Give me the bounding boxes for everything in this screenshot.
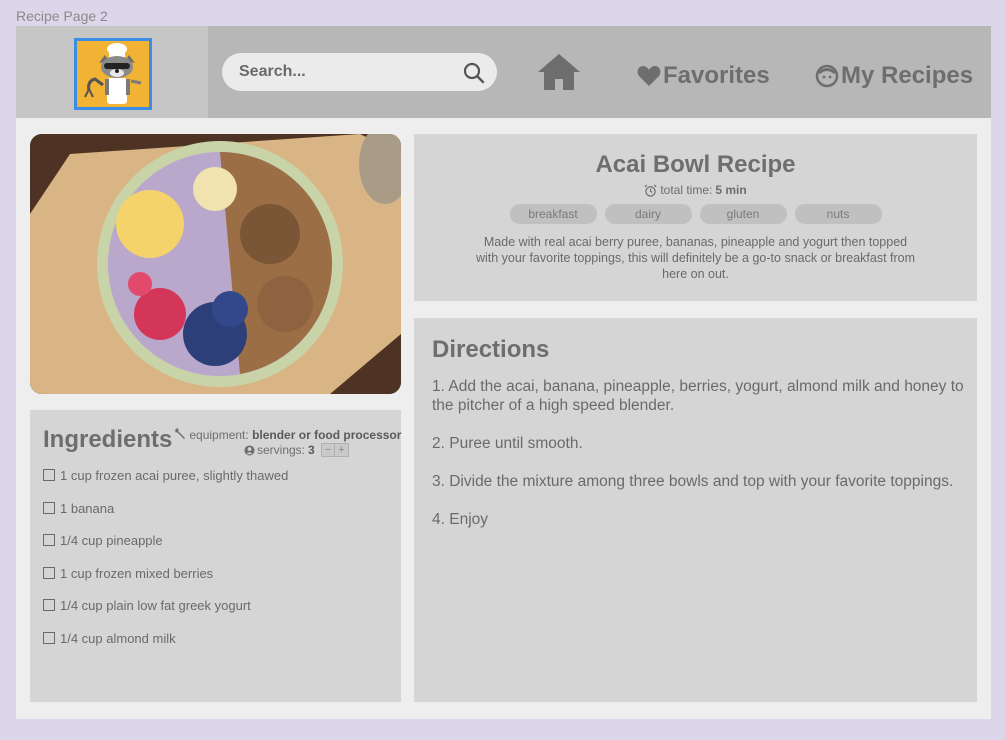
ingredients-title: Ingredients bbox=[43, 426, 173, 453]
face-icon bbox=[815, 64, 839, 88]
my-recipes-label: My Recipes bbox=[841, 62, 974, 89]
servings-info: servings: 3 − + bbox=[244, 443, 349, 457]
ingredient-checkbox[interactable] bbox=[43, 566, 55, 579]
search-icon[interactable] bbox=[463, 62, 485, 89]
directions-title: Directions bbox=[432, 336, 550, 363]
wrench-icon bbox=[175, 428, 185, 439]
ingredient-label: 1 cup frozen acai puree, slightly thawed bbox=[60, 468, 289, 483]
person-icon bbox=[244, 444, 255, 456]
tag-dairy[interactable]: dairy bbox=[604, 204, 692, 224]
my-recipes-link[interactable]: My Recipes bbox=[815, 62, 973, 90]
direction-step: 3. Divide the mixture among three bowls … bbox=[432, 473, 954, 490]
equipment-label: equipment: bbox=[189, 428, 249, 442]
ingredient-checkbox[interactable] bbox=[43, 534, 55, 546]
ingredient-label: 1/4 cup plain low fat greek yogurt bbox=[60, 598, 251, 613]
ingredient-item[interactable]: 1 cup frozen acai puree, slightly thawed bbox=[43, 468, 288, 501]
ingredient-item[interactable]: 1 banana bbox=[43, 501, 288, 534]
recipe-info-panel: Acai Bowl Recipe total time: 5 min break… bbox=[414, 134, 977, 301]
ingredient-checkbox[interactable] bbox=[43, 599, 55, 611]
alarm-clock-icon bbox=[644, 184, 657, 197]
tag-gluten[interactable]: gluten bbox=[699, 204, 787, 224]
ingredient-item[interactable]: 1 cup frozen mixed berries bbox=[43, 566, 288, 599]
favorites-label: Favorites bbox=[663, 62, 770, 89]
ingredient-item[interactable]: 1/4 cup almond milk bbox=[43, 631, 288, 664]
ingredient-checkbox[interactable] bbox=[43, 501, 55, 514]
ingredient-label: 1 banana bbox=[60, 500, 115, 516]
search-bar[interactable]: Search... bbox=[222, 53, 497, 91]
heart-icon bbox=[637, 66, 661, 86]
ingredient-label: 1/4 cup almond milk bbox=[60, 630, 176, 646]
equipment-info: equipment: blender or food processor bbox=[174, 427, 401, 442]
ingredient-item[interactable]: 1/4 cup plain low fat greek yogurt bbox=[43, 598, 288, 631]
total-time-value: 5 min bbox=[715, 183, 747, 197]
total-time-label: total time: bbox=[660, 183, 713, 197]
search-input[interactable]: Search... bbox=[239, 63, 306, 81]
ingredient-label: 1/4 cup pineapple bbox=[60, 533, 163, 548]
ingredient-list: 1 cup frozen acai puree, slightly thawed… bbox=[43, 468, 288, 663]
servings-label: servings: bbox=[257, 443, 306, 457]
equipment-value: blender or food processor bbox=[252, 428, 402, 442]
recipe-page: Search... Favorites My Recipes Ingredien… bbox=[16, 26, 991, 719]
ingredient-label: 1 cup frozen mixed berries bbox=[60, 565, 214, 581]
servings-increase-button[interactable]: + bbox=[334, 444, 347, 456]
recipe-photo bbox=[30, 134, 401, 394]
total-time: total time: 5 min bbox=[414, 183, 977, 197]
direction-step: 1. Add the acai, banana, pineapple, berr… bbox=[432, 378, 964, 414]
ingredient-checkbox[interactable] bbox=[43, 469, 55, 481]
tag-list: breakfast dairy gluten nuts bbox=[414, 204, 977, 224]
logo-area bbox=[16, 26, 208, 118]
ingredients-panel: Ingredients equipment: blender or food p… bbox=[30, 410, 401, 702]
top-navigation-bar: Search... Favorites My Recipes bbox=[16, 26, 991, 118]
tag-breakfast[interactable]: breakfast bbox=[509, 204, 597, 224]
servings-value: 3 bbox=[308, 443, 315, 457]
home-icon[interactable] bbox=[536, 52, 582, 97]
direction-step: 2. Puree until smooth. bbox=[432, 435, 583, 452]
recipe-description: Made with real acai berry puree, bananas… bbox=[475, 235, 916, 281]
raccoon-chef-illustration bbox=[77, 41, 149, 107]
ingredient-checkbox[interactable] bbox=[43, 631, 55, 644]
ingredient-item[interactable]: 1/4 cup pineapple bbox=[43, 533, 288, 566]
raccoon-chef-logo[interactable] bbox=[74, 38, 152, 110]
direction-steps: 1. Add the acai, banana, pineapple, berr… bbox=[432, 377, 972, 548]
recipe-title: Acai Bowl Recipe bbox=[595, 151, 796, 178]
favorites-link[interactable]: Favorites bbox=[637, 62, 770, 90]
frame-label: Recipe Page 2 bbox=[16, 8, 108, 24]
directions-panel: Directions 1. Add the acai, banana, pine… bbox=[414, 318, 977, 702]
servings-decrease-button[interactable]: − bbox=[322, 444, 334, 456]
tag-nuts[interactable]: nuts bbox=[794, 204, 882, 224]
direction-step: 4. Enjoy bbox=[432, 511, 489, 528]
servings-stepper[interactable]: − + bbox=[320, 443, 349, 457]
